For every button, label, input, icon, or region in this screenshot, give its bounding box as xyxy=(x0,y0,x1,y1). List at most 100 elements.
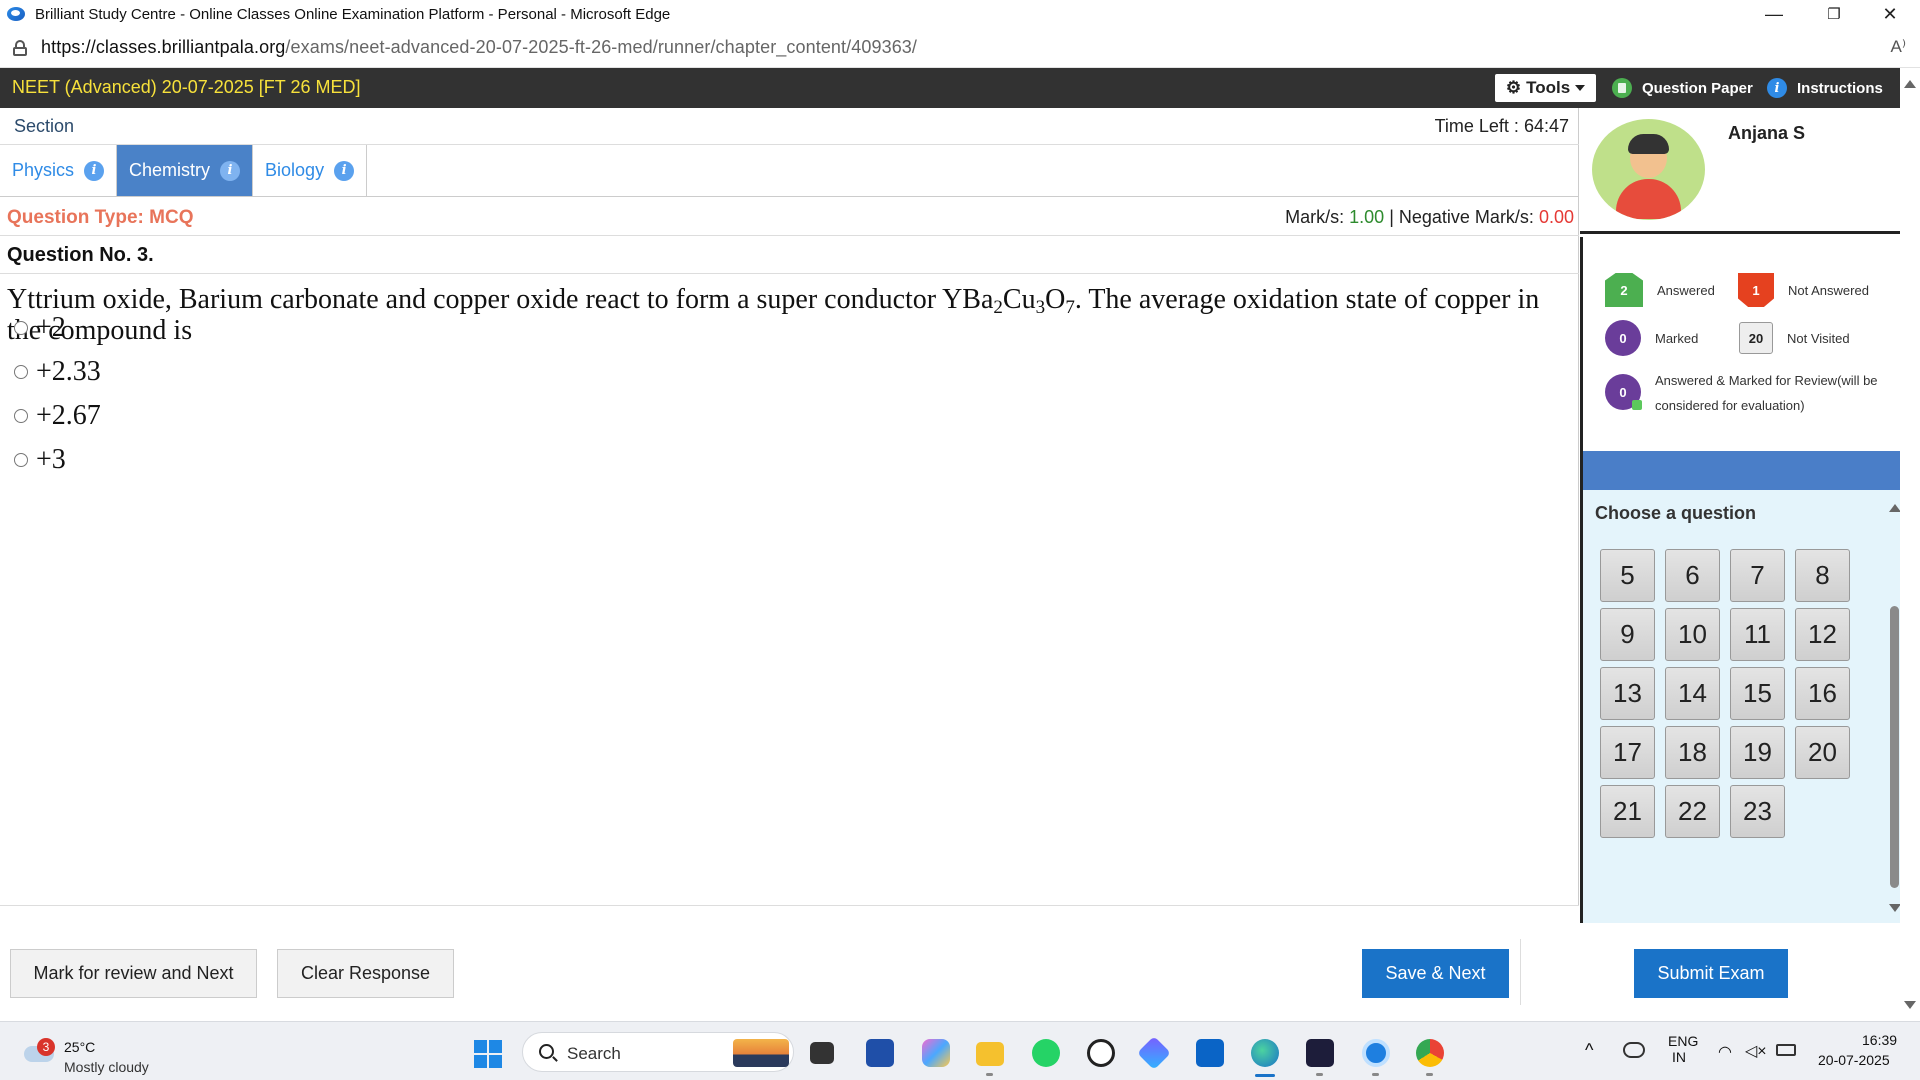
browser-title-bar: Brilliant Study Centre - Online Classes … xyxy=(0,0,1920,28)
question-panel: Section Time Left : 64:47 Physics i Chem… xyxy=(0,108,1579,906)
question-button[interactable]: 5 xyxy=(1600,549,1655,602)
option-3[interactable]: +2.67 xyxy=(14,400,101,432)
tab-physics[interactable]: Physics i xyxy=(0,145,118,196)
option-radio[interactable] xyxy=(14,453,28,467)
info-icon[interactable]: i xyxy=(220,160,241,181)
instructions-label: Instructions xyxy=(1797,79,1883,97)
exam-title: NEET (Advanced) 20-07-2025 [FT 26 MED] xyxy=(12,77,361,97)
exam-header: NEET (Advanced) 20-07-2025 [FT 26 MED] ⚙… xyxy=(0,68,1900,108)
instructions-link[interactable]: i Instructions xyxy=(1767,78,1883,98)
tray-chevron-icon[interactable]: ^ xyxy=(1585,1040,1593,1061)
edge-icon[interactable] xyxy=(1251,1039,1279,1067)
question-button[interactable]: 11 xyxy=(1730,608,1785,661)
minimize-button[interactable]: — xyxy=(1746,0,1802,28)
question-button[interactable]: 8 xyxy=(1795,549,1850,602)
taskbar-search[interactable]: Search xyxy=(522,1032,794,1072)
url-text[interactable]: https://classes.brilliantpala.org/exams/… xyxy=(41,37,917,58)
address-bar[interactable]: https://classes.brilliantpala.org/exams/… xyxy=(0,28,1920,68)
negative-marks: 0.00 xyxy=(1538,207,1574,227)
question-button[interactable]: 15 xyxy=(1730,667,1785,720)
temperature: 25°C xyxy=(64,1039,96,1055)
question-button[interactable]: 12 xyxy=(1795,608,1850,661)
copilot-app-icon[interactable] xyxy=(1137,1036,1171,1070)
option-2[interactable]: +2.33 xyxy=(14,356,101,388)
running-indicator xyxy=(1426,1073,1433,1076)
question-type: Question Type: MCQ xyxy=(7,207,194,228)
question-button[interactable]: 7 xyxy=(1730,549,1785,602)
option-radio[interactable] xyxy=(14,365,28,379)
question-paper-link[interactable]: Question Paper xyxy=(1612,78,1753,98)
option-1[interactable]: +2 xyxy=(14,312,66,344)
question-button[interactable]: 14 xyxy=(1665,667,1720,720)
restore-button[interactable]: ❐ xyxy=(1806,0,1862,28)
section-tabs: Physics i Chemistry i Biology i xyxy=(0,145,1579,197)
window-title: Brilliant Study Centre - Online Classes … xyxy=(35,5,671,23)
marked-badge: 0 xyxy=(1605,320,1641,356)
tab-biology[interactable]: Biology i xyxy=(253,145,368,196)
question-button[interactable]: 13 xyxy=(1600,667,1655,720)
task-view-icon[interactable] xyxy=(810,1042,834,1064)
question-button[interactable]: 6 xyxy=(1665,549,1720,602)
question-button[interactable]: 17 xyxy=(1600,726,1655,779)
tab-chemistry[interactable]: Chemistry i xyxy=(117,145,254,196)
whatsapp-icon[interactable] xyxy=(1032,1039,1060,1067)
language-indicator[interactable]: ENG IN xyxy=(1668,1033,1698,1065)
question-button[interactable]: 9 xyxy=(1600,608,1655,661)
volume-muted-icon[interactable]: ◁× xyxy=(1745,1041,1767,1061)
candidate-profile: Anjana S xyxy=(1580,108,1900,234)
submit-exam-button[interactable]: Submit Exam xyxy=(1634,949,1788,998)
section-label: Section xyxy=(14,116,75,136)
windows-start-icon[interactable] xyxy=(474,1040,502,1068)
scroll-up-icon[interactable] xyxy=(1904,80,1916,88)
scroll-thumb[interactable] xyxy=(1890,606,1899,888)
option-radio[interactable] xyxy=(14,409,28,423)
chrome-icon[interactable] xyxy=(1416,1039,1444,1067)
question-button[interactable]: 23 xyxy=(1730,785,1785,838)
question-text: Yttrium oxide, Barium carbonate and copp… xyxy=(7,284,1540,346)
app-icon[interactable] xyxy=(1362,1039,1390,1067)
question-button[interactable]: 21 xyxy=(1600,785,1655,838)
avatar xyxy=(1592,119,1705,220)
close-window-button[interactable]: ✕ xyxy=(1862,0,1918,28)
legend-answered: 2 Answered xyxy=(1605,273,1715,307)
copilot-icon[interactable] xyxy=(922,1039,950,1067)
mark-review-next-button[interactable]: Mark for review and Next xyxy=(10,949,257,998)
info-icon[interactable]: i xyxy=(334,160,355,181)
question-button[interactable]: 19 xyxy=(1730,726,1785,779)
page-scrollbar[interactable] xyxy=(1900,68,1920,1020)
clock-time[interactable]: 16:39 xyxy=(1862,1032,1897,1048)
option-radio[interactable] xyxy=(14,321,28,335)
clear-response-button[interactable]: Clear Response xyxy=(277,949,454,998)
file-explorer-icon[interactable] xyxy=(976,1042,1004,1066)
onedrive-icon[interactable] xyxy=(1623,1042,1645,1058)
marks-info: Mark/s: 1.00 | Negative Mark/s: 0.00 xyxy=(1285,207,1574,227)
question-button[interactable]: 18 xyxy=(1665,726,1720,779)
question-button[interactable]: 22 xyxy=(1665,785,1720,838)
info-icon[interactable]: i xyxy=(84,160,105,181)
wifi-icon[interactable]: ◠ xyxy=(1718,1042,1732,1062)
question-grid: 5 6 7 8 9 10 11 12 13 14 15 16 17 18 19 20 21 22 23 xyxy=(1600,549,1860,849)
weather-widget[interactable]: 3 25°C Mostly cloudy xyxy=(22,1032,192,1075)
outlook-icon[interactable] xyxy=(1196,1039,1224,1067)
webex-icon[interactable] xyxy=(1306,1039,1334,1067)
search-placeholder: Search xyxy=(567,1044,621,1063)
question-button[interactable]: 20 xyxy=(1795,726,1850,779)
question-paper-label: Question Paper xyxy=(1642,79,1753,97)
tools-dropdown-button[interactable]: ⚙ Tools xyxy=(1495,74,1596,102)
weather-condition: Mostly cloudy xyxy=(64,1059,149,1075)
store-icon[interactable] xyxy=(866,1039,894,1067)
battery-icon[interactable] xyxy=(1776,1044,1796,1056)
clock-date[interactable]: 20-07-2025 xyxy=(1818,1052,1890,1068)
question-button[interactable]: 16 xyxy=(1795,667,1850,720)
read-aloud-icon[interactable]: A⁾ xyxy=(1890,37,1906,57)
save-next-button[interactable]: Save & Next xyxy=(1362,949,1509,998)
question-button[interactable]: 10 xyxy=(1665,608,1720,661)
time-left: Time Left : 64:47 xyxy=(1434,116,1569,136)
lock-icon[interactable] xyxy=(13,39,27,56)
caret-down-icon xyxy=(1575,85,1586,91)
scroll-down-icon[interactable] xyxy=(1904,1001,1916,1009)
option-4[interactable]: +3 xyxy=(14,444,66,476)
info-icon: i xyxy=(1767,78,1787,98)
dell-icon[interactable] xyxy=(1087,1039,1115,1067)
action-bar: Mark for review and Next Clear Response … xyxy=(0,923,1900,1021)
